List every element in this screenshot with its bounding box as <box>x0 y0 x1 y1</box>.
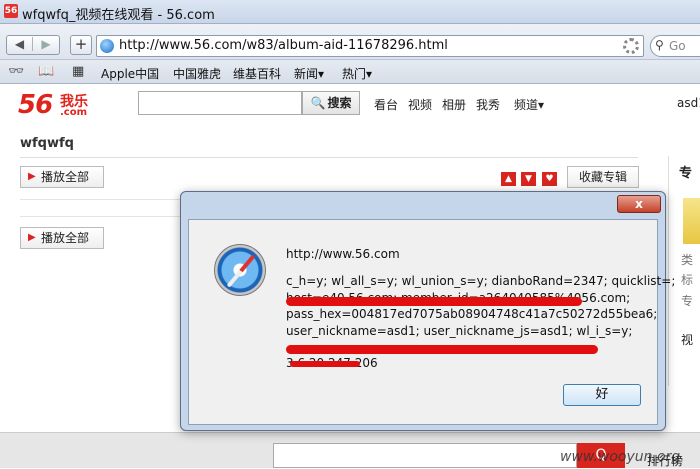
redaction-mark <box>286 297 582 306</box>
ok-button[interactable]: 好 <box>563 384 641 406</box>
play-icon: ▶ <box>28 171 36 182</box>
logo-domain: .com <box>60 107 88 118</box>
play-all-label-2: 播放全部 <box>41 231 90 245</box>
alert-line: c_h=y; wl_all_s=y; wl_union_s=y; dianboR… <box>286 274 676 288</box>
alert-line: pass_hex=004817ed7075ab08904748c41a7c502… <box>286 307 658 321</box>
window-title: wfqwfq_视频在线观看 - 56.com <box>22 8 215 23</box>
logo-number: 56 <box>18 90 53 120</box>
play-icon: ▶ <box>28 232 36 243</box>
new-tab-button[interactable]: + <box>70 35 92 55</box>
forward-button[interactable]: ▶ <box>33 37 59 51</box>
reading-list-icon[interactable]: 👓 <box>8 64 24 79</box>
globe-icon <box>100 39 114 53</box>
address-url[interactable]: http://www.56.com/w83/album-aid-11678296… <box>119 38 448 53</box>
search-placeholder: Go <box>669 39 686 53</box>
arrow-up-icon[interactable]: ▲ <box>501 172 516 186</box>
play-all-label: 播放全部 <box>41 170 90 184</box>
safari-compass-icon <box>214 244 266 296</box>
nav-myshow[interactable]: 我秀 <box>476 96 500 113</box>
nav-video[interactable]: 视频 <box>408 96 432 113</box>
alert-host: http://www.56.com <box>286 247 400 261</box>
site-search-input[interactable] <box>138 91 302 115</box>
back-button[interactable]: ◀ <box>7 37 33 51</box>
search-icon: ⚲ <box>655 38 664 52</box>
bookmarks-bar: 👓 📖 ▦ Apple中国 中国雅虎 维基百科 新闻▾ 热门▾ <box>0 60 700 84</box>
site-search-button[interactable]: 🔍 搜索 <box>302 91 360 115</box>
search-icon: 🔍 <box>310 96 326 110</box>
album-thumbnail[interactable] <box>683 198 700 244</box>
favicon-icon: 56 <box>4 4 18 18</box>
bookmark-apple[interactable]: Apple中国 <box>101 65 159 82</box>
play-all-button[interactable]: ▶ 播放全部 <box>20 166 104 188</box>
right-sidebar-title: 专 <box>679 166 693 181</box>
site-search-label: 搜索 <box>327 96 352 110</box>
ranking-link[interactable]: 排行榜 <box>647 452 683 469</box>
alert-line: user_nickname=asd1; user_nickname_js=asd… <box>286 324 633 338</box>
bottom-search-input[interactable] <box>273 443 577 468</box>
bookmark-news[interactable]: 新闻▾ <box>294 65 324 82</box>
top-sites-grid-icon[interactable]: ▦ <box>72 64 84 79</box>
address-bar[interactable]: http://www.56.com/w83/album-aid-11678296… <box>96 35 644 57</box>
close-button[interactable]: x <box>617 195 661 213</box>
right-sidebar-text: 类 <box>681 253 694 267</box>
right-sidebar-text: 标 <box>681 273 694 287</box>
loading-spinner-icon <box>623 38 639 54</box>
browser-toolbar: ◀ ▶ + http://www.56.com/w83/album-aid-11… <box>0 24 700 60</box>
bookmark-popular[interactable]: 热门▾ <box>342 65 372 82</box>
bookmark-yahoo[interactable]: 中国雅虎 <box>173 65 221 82</box>
compass-needle <box>226 254 256 288</box>
play-all-button-2[interactable]: ▶ 播放全部 <box>20 227 104 249</box>
bookmarks-book-icon[interactable]: 📖 <box>38 64 54 79</box>
redaction-mark <box>286 345 598 354</box>
browser-search-field[interactable]: ⚲ Go <box>650 35 700 57</box>
user-name[interactable]: asd1 <box>677 96 700 110</box>
collect-album-button[interactable]: 收藏专辑 <box>567 166 639 188</box>
nav-kantai[interactable]: 看台 <box>374 96 398 113</box>
redaction-mark <box>290 361 360 367</box>
bookmark-wikipedia[interactable]: 维基百科 <box>233 65 281 82</box>
arrow-down-icon[interactable]: ▼ <box>521 172 536 186</box>
window-title-bar: 56 wfqwfq_视频在线观看 - 56.com <box>0 0 700 24</box>
right-sidebar-text: 专 <box>681 294 694 308</box>
site-logo[interactable]: 56 我乐 .com <box>18 90 88 120</box>
history-buttons: ◀ ▶ <box>6 35 60 55</box>
page-title: wfqwfq <box>20 136 74 151</box>
divider <box>20 157 638 158</box>
right-sidebar-text: 视 <box>681 333 694 347</box>
heart-icon[interactable]: ♥ <box>542 172 557 186</box>
nav-album[interactable]: 相册 <box>442 96 466 113</box>
nav-channel[interactable]: 频道▾ <box>514 96 544 113</box>
